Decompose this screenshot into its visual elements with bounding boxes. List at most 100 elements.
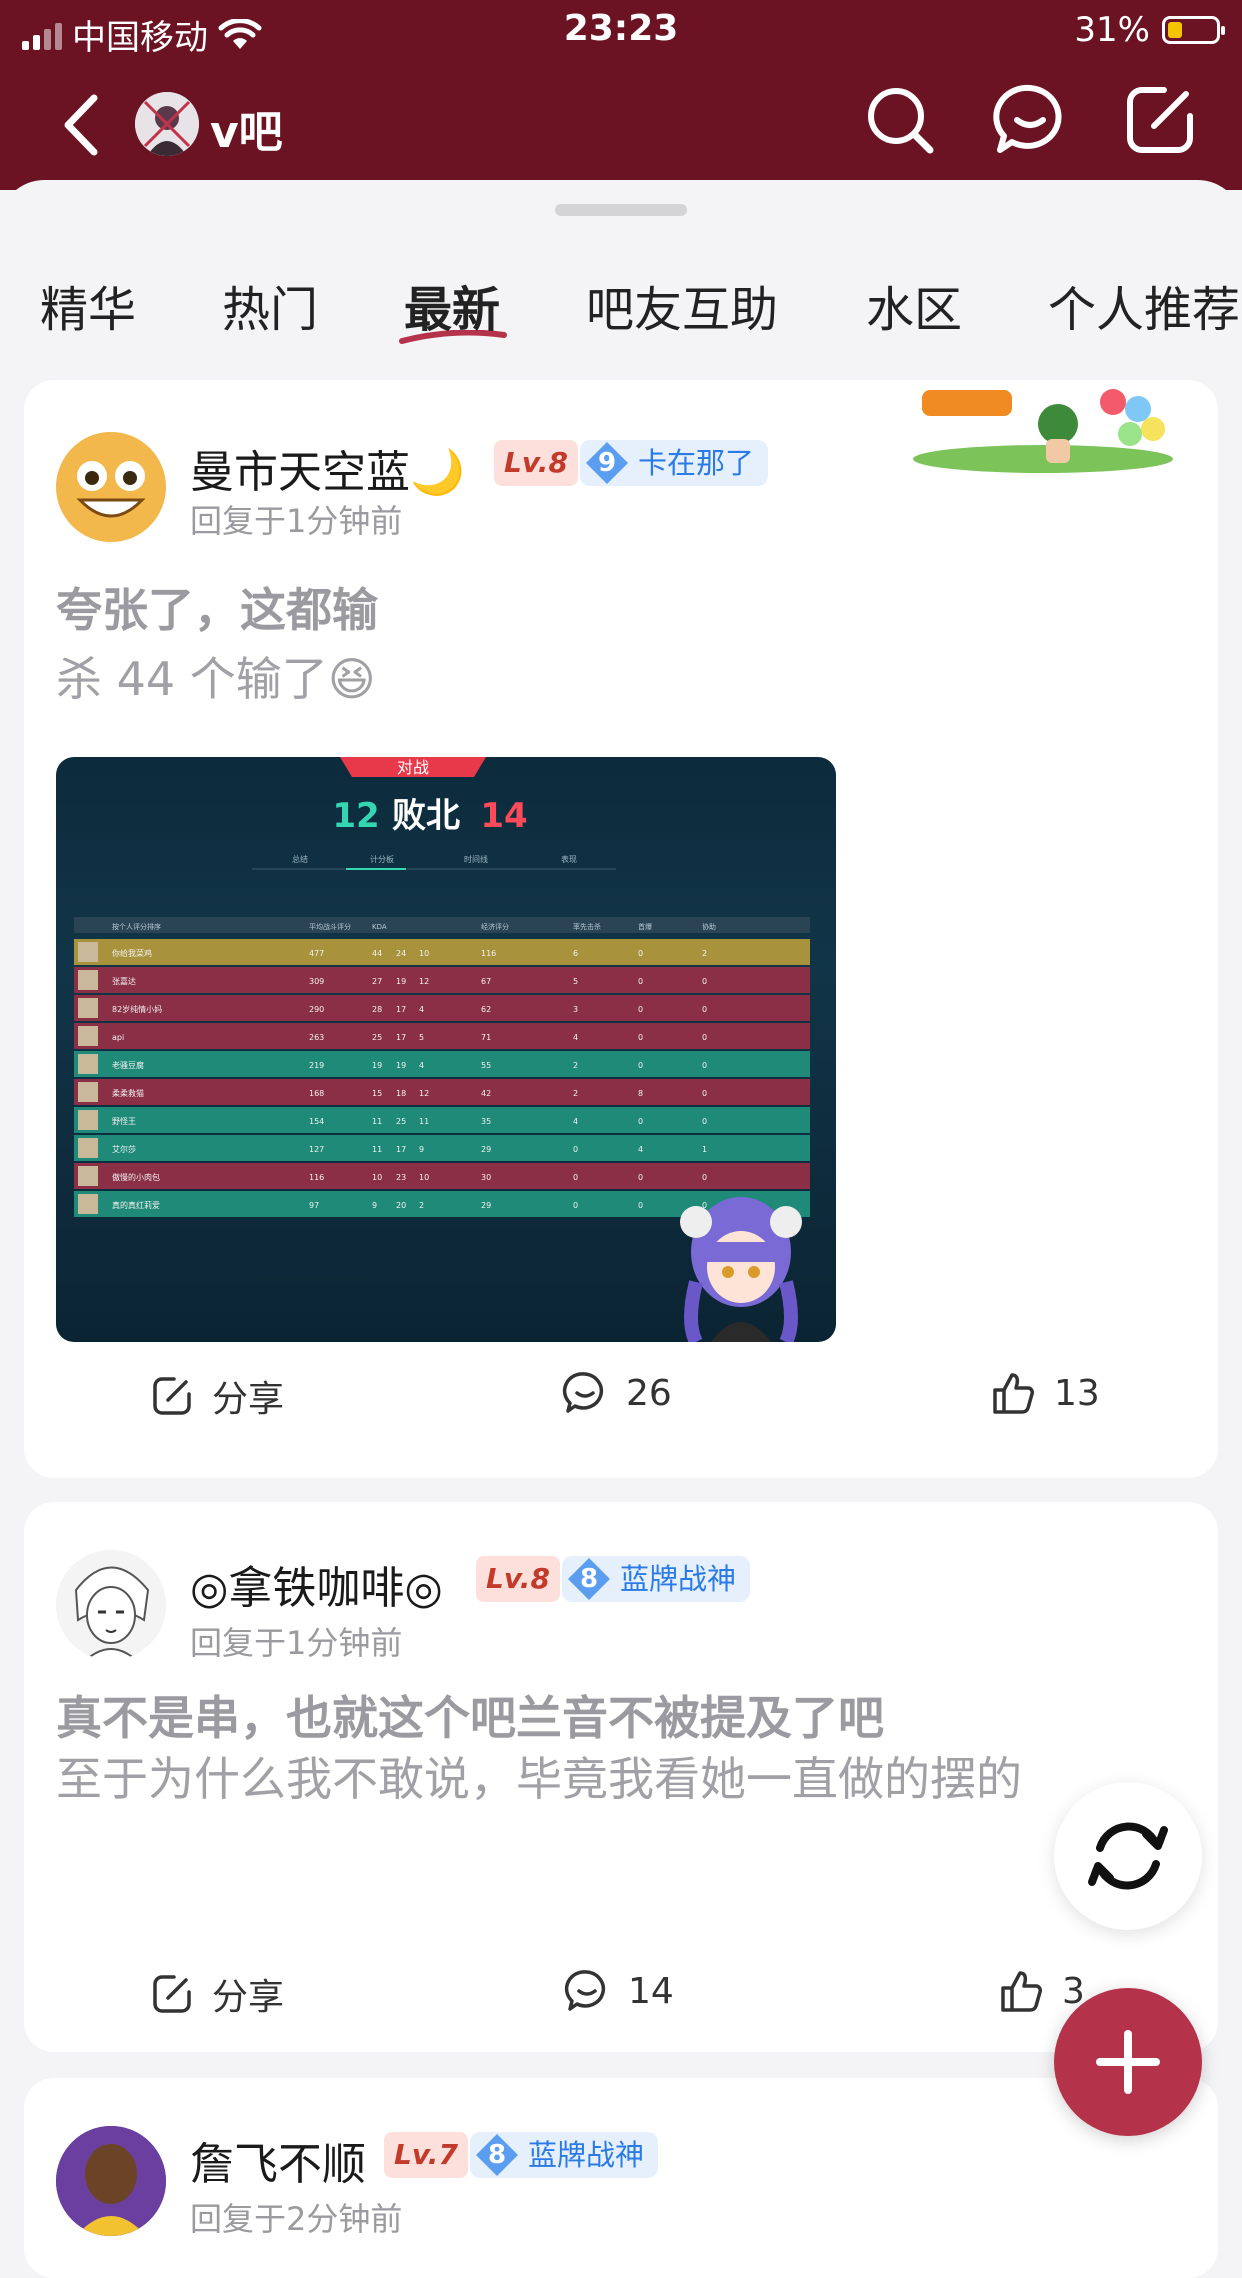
scoreboard-cell: 4 — [573, 1033, 578, 1042]
scoreboard-cell: 10 — [419, 1173, 429, 1182]
scoreboard-cell: 4 — [419, 1061, 424, 1070]
scoreboard-cell: 97 — [309, 1201, 319, 1210]
scoreboard-cell: 0 — [702, 1117, 707, 1126]
user-avatar[interactable] — [56, 1550, 166, 1660]
plus-icon — [1096, 2030, 1160, 2094]
title-tag: 8 蓝牌战神 — [562, 1556, 751, 1602]
scoreboard-cell: 0 — [638, 1033, 643, 1042]
title-tag: 9 卡在那了 — [580, 440, 769, 486]
scoreboard-row — [74, 939, 810, 965]
scoreboard-cell: 19 — [396, 977, 406, 986]
top-bar: 中国移动 23:23 31% v吧 — [0, 0, 1242, 190]
username[interactable]: ◎拿铁咖啡◎ — [190, 1552, 443, 1616]
agent-icon — [78, 1110, 98, 1130]
user-avatar[interactable] — [56, 432, 166, 542]
share-button[interactable]: 分享 — [150, 1370, 284, 1422]
svg-text:时间线: 时间线 — [464, 854, 488, 864]
scoreboard-header-row — [74, 917, 810, 933]
scoreboard-cell: 25 — [372, 1033, 382, 1042]
post-card[interactable]: 曼市天空蓝🌙 Lv.8 9 卡在那了 回复于1分钟前 夸张了，这都输 杀 44 … — [24, 380, 1218, 1478]
scoreboard-header-cell: KDA — [372, 923, 387, 931]
tab-recommended[interactable]: 个人推荐 — [1048, 270, 1240, 340]
scoreboard-cell: 12 — [419, 1089, 429, 1098]
scoreboard-cell: 55 — [481, 1061, 491, 1070]
refresh-button[interactable] — [1054, 1782, 1202, 1930]
level-badge: Lv.7 — [384, 2132, 468, 2178]
user-avatar[interactable] — [56, 2126, 166, 2236]
scoreboard-cell: 你给我菜鸡 — [112, 948, 152, 958]
username[interactable]: 詹飞不顺 — [190, 2128, 366, 2192]
comment-button[interactable]: 14 — [564, 1968, 674, 2014]
svg-text:总结: 总结 — [292, 854, 308, 864]
scoreboard-cell: 15 — [372, 1089, 382, 1098]
scoreboard-cell: 309 — [309, 977, 324, 986]
tab-bar: 精华 热门 最新 吧友互助 水区 个人推荐 — [0, 270, 1242, 350]
scoreboard-cell: 2 — [702, 949, 707, 958]
like-button[interactable]: 13 — [990, 1370, 1100, 1416]
post-image[interactable]: 对战 12 败北 14 总结 计分板 时间线 表现 按个人评分排序 平均战斗评分 K… — [56, 757, 836, 1342]
search-icon[interactable] — [860, 80, 940, 160]
scoreboard-cell: 19 — [372, 1061, 382, 1070]
share-icon — [153, 1975, 191, 2013]
share-button[interactable]: 分享 — [150, 1968, 284, 2020]
scoreboard-cell: 62 — [481, 1005, 491, 1014]
scoreboard-cell: 0 — [573, 1173, 578, 1182]
scoreboard-cell: 张嘉达 — [112, 976, 136, 986]
drag-handle[interactable] — [555, 204, 687, 216]
scoreboard-row — [74, 1079, 810, 1105]
tab-hot[interactable]: 热门 — [222, 270, 318, 340]
scoreboard-cell: 0 — [702, 1033, 707, 1042]
scoreboard-header-cell: 首爆 — [638, 922, 652, 931]
scoreboard-cell: 5 — [419, 1033, 424, 1042]
agent-icon — [78, 942, 98, 962]
comment-icon — [562, 1372, 603, 1413]
scoreboard-row — [74, 1023, 810, 1049]
post-card[interactable]: ◎拿铁咖啡◎ Lv.8 8 蓝牌战神 回复于1分钟前 真不是串，也就这个吧兰音不… — [24, 1502, 1218, 2052]
scoreboard-header-cell: 率先击杀 — [573, 922, 601, 931]
scoreboard-cell: 11 — [372, 1145, 382, 1154]
comment-button[interactable]: 26 — [562, 1370, 672, 1416]
scoreboard-cell: 0 — [638, 949, 643, 958]
scoreboard-cell: 24 — [396, 949, 406, 958]
new-post-button[interactable] — [1054, 1988, 1202, 2136]
agent-icon — [78, 1194, 98, 1214]
post-title[interactable]: 夸张了，这都输 — [56, 574, 378, 640]
tab-essence[interactable]: 精华 — [40, 270, 136, 340]
scoreboard-cell: 0 — [702, 1005, 707, 1014]
scoreboard-cell: 27 — [372, 977, 382, 986]
scoreboard-cell: 2 — [573, 1061, 578, 1070]
scoreboard-cell: 老骚豆腐 — [112, 1060, 144, 1070]
post-body[interactable]: 杀 44 个输了😆 — [56, 642, 1116, 716]
refresh-icon — [1088, 1822, 1168, 1890]
post-title[interactable]: 真不是串，也就这个吧兰音不被提及了吧 — [56, 1682, 884, 1748]
scoreboard-cell: 4 — [573, 1117, 578, 1126]
post-body[interactable]: 至于为什么我不敢说，毕竟我看她一直做的摆的 — [56, 1742, 1116, 1816]
nav-bar: v吧 — [0, 70, 1242, 180]
scoreboard-row — [74, 1051, 810, 1077]
compose-icon[interactable] — [1120, 80, 1200, 160]
back-icon[interactable] — [54, 90, 114, 160]
battery-percent: 31% — [1074, 10, 1150, 50]
scoreboard-cell: 傲慢的小肉包 — [112, 1172, 160, 1182]
tab-water-zone[interactable]: 水区 — [866, 270, 962, 340]
scoreboard-cell: 29 — [481, 1201, 491, 1210]
scoreboard-cell: 3 — [573, 1005, 578, 1014]
scoreboard-cell: 18 — [396, 1089, 406, 1098]
post-card[interactable]: 詹飞不顺 Lv.7 8 蓝牌战神 回复于2分钟前 — [24, 2078, 1218, 2278]
tab-latest[interactable]: 最新 — [399, 270, 507, 344]
scoreboard-cell: 0 — [573, 1201, 578, 1210]
message-icon[interactable] — [990, 80, 1070, 160]
scoreboard-cell: 477 — [309, 949, 324, 958]
scoreboard-cell: 9 — [419, 1145, 424, 1154]
thumbs-up-icon — [993, 1373, 1034, 1414]
streamer-avatar — [680, 1197, 802, 1342]
forum-name[interactable]: v吧 — [210, 96, 283, 160]
event-badge-image — [913, 389, 1173, 473]
tab-mutual-help[interactable]: 吧友互助 — [586, 270, 778, 340]
agent-icon — [78, 998, 98, 1018]
username[interactable]: 曼市天空蓝🌙 — [190, 436, 465, 500]
scoreboard-cell: 12 — [419, 977, 429, 986]
forum-avatar[interactable] — [135, 92, 199, 156]
level-badge: Lv.8 — [494, 440, 578, 486]
scoreboard-cell: 35 — [481, 1117, 491, 1126]
